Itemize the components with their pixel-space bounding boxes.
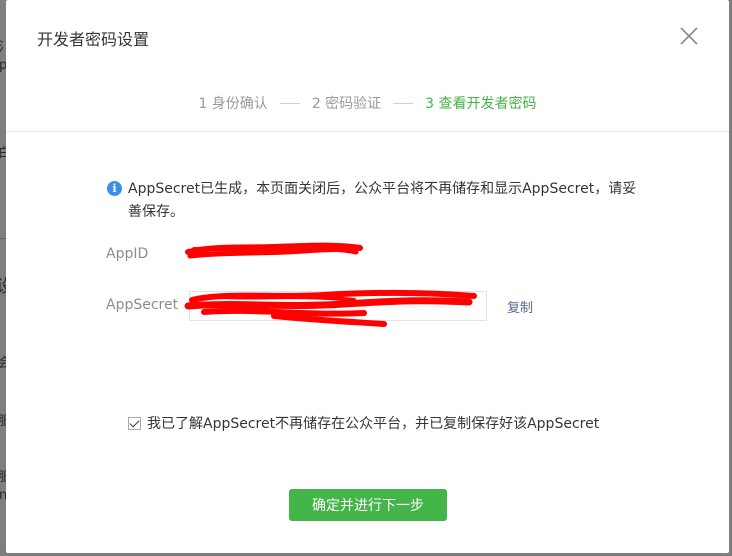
- notice-text: AppSecret已生成，本页面关闭后，公众平台将不再储存和显示AppSecre…: [128, 181, 637, 220]
- appid-label: AppID: [106, 246, 149, 262]
- acknowledge-checkbox[interactable]: [128, 416, 141, 430]
- step-separator: [279, 102, 300, 104]
- close-icon: [680, 27, 698, 45]
- header-divider: [6, 131, 729, 132]
- step-indicator: 1 身份确认 2 密码验证 3 查看开发者密码: [6, 93, 729, 113]
- confirm-next-button[interactable]: 确定并进行下一步: [289, 489, 447, 521]
- step-separator: [393, 102, 414, 104]
- step-identity-confirm: 1 身份确认: [198, 96, 268, 112]
- close-button[interactable]: [679, 26, 699, 46]
- acknowledge-row[interactable]: 我已了解AppSecret不再储存在公众平台，并已复制保存好该AppSecret: [128, 413, 599, 433]
- info-icon: i: [107, 181, 122, 196]
- dialog-title: 开发者密码设置: [37, 30, 150, 49]
- dialog-header: 开发者密码设置: [6, 0, 729, 71]
- acknowledge-label[interactable]: 我已了解AppSecret不再储存在公众平台，并已复制保存好该AppSecret: [147, 413, 599, 433]
- secret-notice: i AppSecret已生成，本页面关闭后，公众平台将不再储存和显示AppSec…: [107, 178, 647, 224]
- copy-link[interactable]: 复制: [507, 297, 533, 316]
- developer-password-dialog: 开发者密码设置 1 身份确认 2 密码验证 3 查看开发者密码 i AppSec…: [6, 0, 729, 553]
- appid-redaction: [185, 242, 363, 259]
- step-view-password: 3 查看开发者密码: [425, 96, 537, 112]
- appsecret-redaction: [184, 289, 477, 327]
- step-password-verify: 2 密码验证: [311, 96, 382, 112]
- appsecret-label: AppSecret: [106, 297, 179, 313]
